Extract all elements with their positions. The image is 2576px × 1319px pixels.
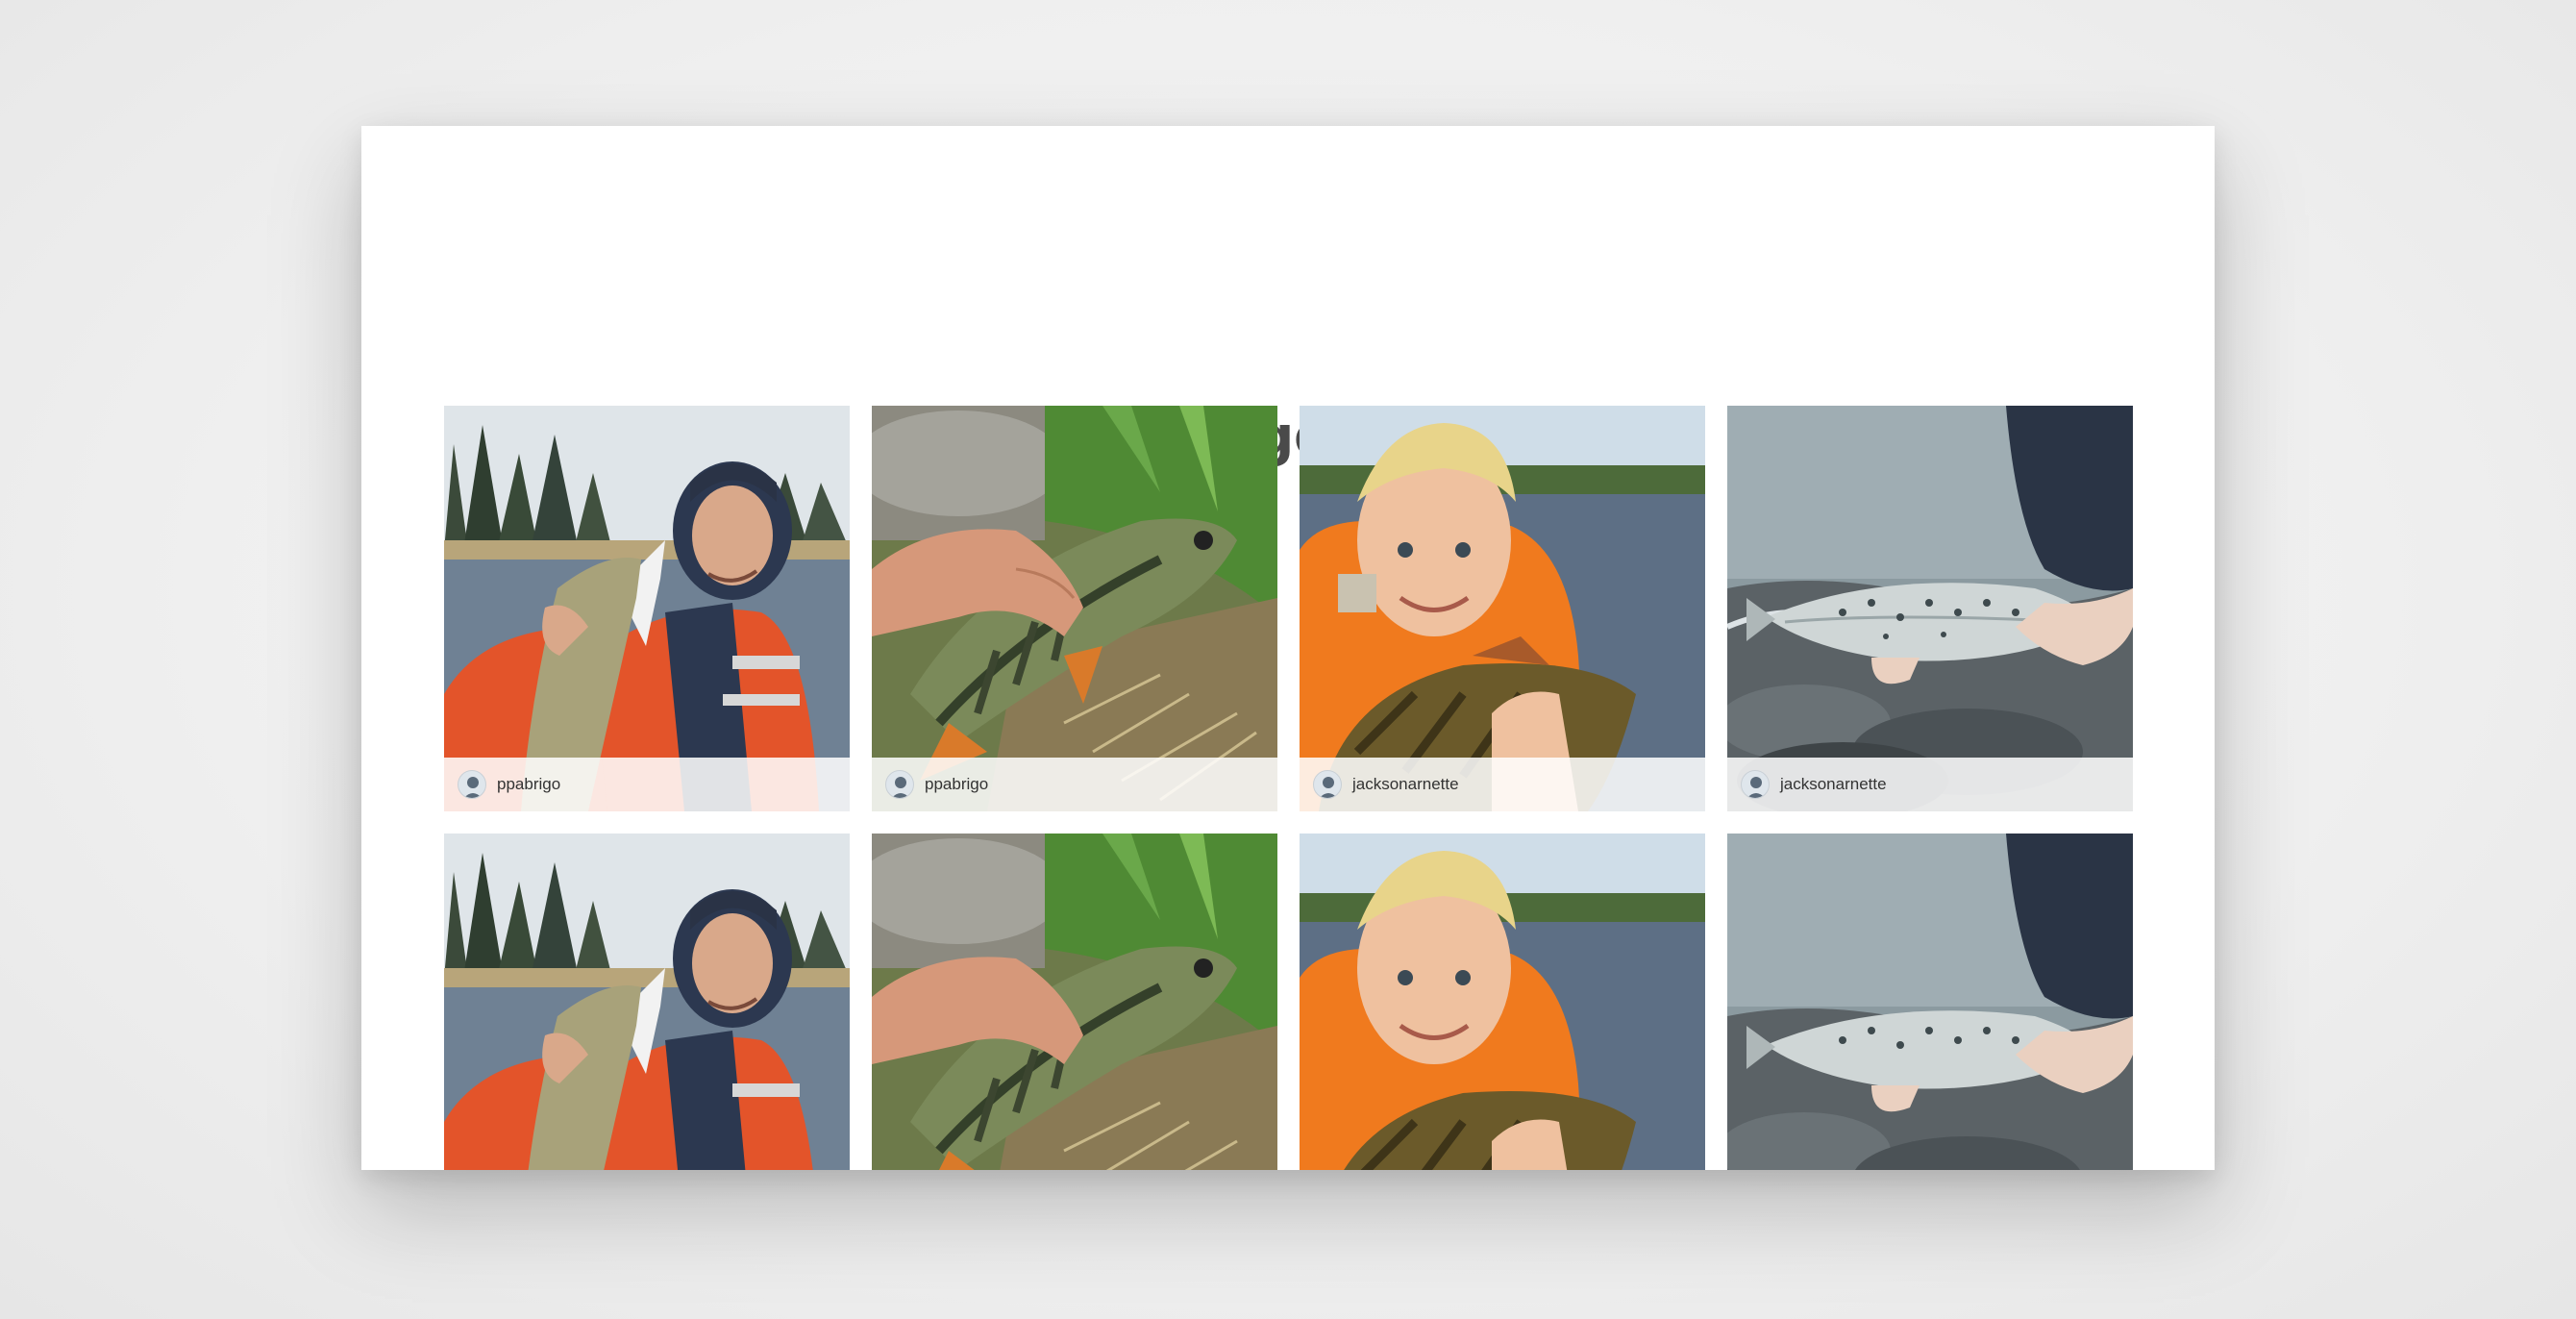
- catch-card[interactable]: jacksonarnette: [1727, 406, 2133, 811]
- catch-card[interactable]: ppabrigo: [872, 834, 1277, 1170]
- catch-card[interactable]: ppabrigo: [444, 834, 850, 1170]
- catch-card[interactable]: jacksonarnette: [1300, 406, 1705, 811]
- catch-card[interactable]: jacksonarnette: [1727, 834, 2133, 1170]
- avatar[interactable]: [1313, 770, 1342, 799]
- catch-photo-boy-holding-perch: [1300, 406, 1705, 811]
- catch-photo-hand-holding-perch: [872, 406, 1277, 811]
- username[interactable]: jacksonarnette: [1780, 775, 1887, 794]
- catch-card[interactable]: jacksonarnette: [1300, 834, 1705, 1170]
- username[interactable]: ppabrigo: [497, 775, 560, 794]
- catch-photo-hand-holding-perch: [872, 834, 1277, 1170]
- catch-card[interactable]: ppabrigo: [872, 406, 1277, 811]
- catch-photo-boy-holding-perch: [1300, 834, 1705, 1170]
- catches-card: Recently logged catches ppabrigo ppabrig…: [361, 126, 2215, 1170]
- catches-grid: ppabrigo ppabrigo jacksonarnette jackson…: [444, 406, 2133, 1170]
- username[interactable]: ppabrigo: [925, 775, 988, 794]
- username[interactable]: jacksonarnette: [1352, 775, 1459, 794]
- catch-card[interactable]: ppabrigo: [444, 406, 850, 811]
- catch-photo-man-holding-pike: [444, 834, 850, 1170]
- catch-photo-hands-holding-trout: [1727, 406, 2133, 811]
- catch-user-bar: jacksonarnette: [1727, 758, 2133, 811]
- avatar[interactable]: [458, 770, 486, 799]
- avatar[interactable]: [1741, 770, 1770, 799]
- catch-photo-man-holding-pike: [444, 406, 850, 811]
- catch-user-bar: jacksonarnette: [1300, 758, 1705, 811]
- catch-photo-hands-holding-trout: [1727, 834, 2133, 1170]
- avatar[interactable]: [885, 770, 914, 799]
- catch-user-bar: ppabrigo: [444, 758, 850, 811]
- catch-user-bar: ppabrigo: [872, 758, 1277, 811]
